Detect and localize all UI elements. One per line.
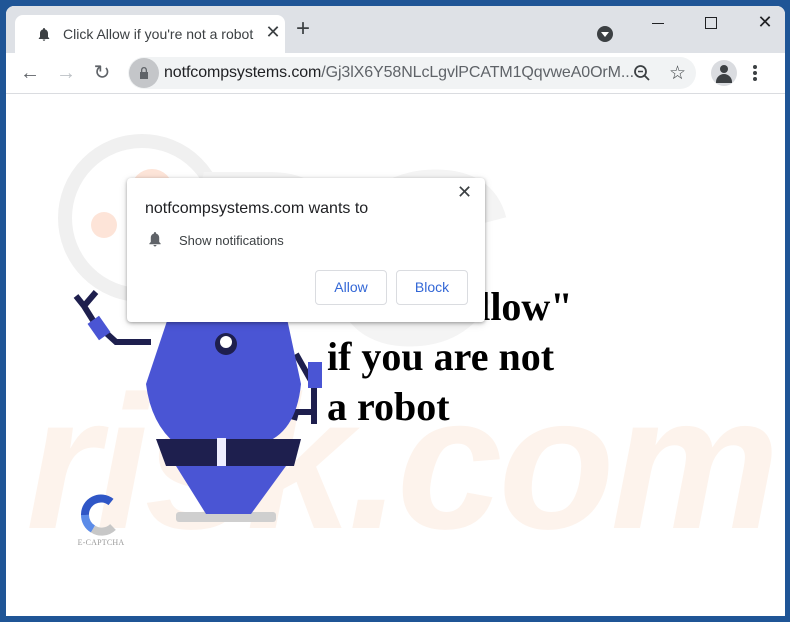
block-button[interactable]: Block xyxy=(396,270,468,305)
popup-close-button[interactable]: ✕ xyxy=(457,182,472,203)
menu-button[interactable] xyxy=(753,65,757,83)
minimize-icon xyxy=(652,23,664,24)
new-tab-button[interactable]: + xyxy=(296,17,310,41)
browser-window: Click Allow if you're not a robot ✕ + ✕ … xyxy=(6,6,785,616)
popup-title: notfcompsystems.com wants to xyxy=(145,200,369,217)
close-window-button[interactable]: ✕ xyxy=(750,12,780,36)
site-info-button[interactable] xyxy=(129,58,159,88)
lock-icon xyxy=(140,67,148,79)
person-icon xyxy=(720,65,728,73)
page-content: PC risk.com Click " xyxy=(6,94,785,616)
close-icon: ✕ xyxy=(757,12,773,32)
bell-icon xyxy=(38,28,50,41)
url-domain: notfcompsystems.com xyxy=(164,64,322,81)
url-text[interactable]: notfcompsystems.com/Gj3lX6Y58NLcLgvlPCAT… xyxy=(164,64,634,82)
captcha-logo: E-CAPTCHA xyxy=(71,494,131,547)
forward-button[interactable]: → xyxy=(54,63,78,83)
zoom-out-icon[interactable] xyxy=(633,64,651,82)
headline-line-3: a robot xyxy=(327,384,450,429)
notification-permission-popup: ✕ notfcompsystems.com wants to Show noti… xyxy=(127,178,485,322)
active-tab[interactable]: Click Allow if you're not a robot ✕ xyxy=(15,15,285,53)
maximize-button[interactable] xyxy=(696,12,726,36)
url-path: /Gj3lX6Y58NLcLgvlPCATM1QqvweA0OrM... xyxy=(321,64,634,81)
reload-button[interactable]: ↻ xyxy=(90,63,114,83)
minimize-button[interactable] xyxy=(643,12,673,36)
bookmark-star-icon[interactable]: ☆ xyxy=(669,62,686,85)
profile-avatar[interactable] xyxy=(711,60,737,86)
captcha-c-icon xyxy=(80,494,116,536)
toolbar: ← → ↻ notfcompsystems.com/Gj3lX6Y58NLcLg… xyxy=(6,53,785,94)
maximize-icon xyxy=(705,17,717,29)
headline-line-2: if you are not xyxy=(327,334,555,379)
address-bar[interactable]: notfcompsystems.com/Gj3lX6Y58NLcLgvlPCAT… xyxy=(128,57,696,89)
back-button[interactable]: ← xyxy=(18,63,42,83)
tab-search-icon[interactable] xyxy=(597,26,613,42)
captcha-label: E-CAPTCHA xyxy=(77,538,125,547)
permission-text: Show notifications xyxy=(179,233,284,248)
bell-icon xyxy=(149,232,161,247)
tab-title: Click Allow if you're not a robot xyxy=(63,26,254,42)
allow-button[interactable]: Allow xyxy=(315,270,387,305)
tab-close-icon[interactable]: ✕ xyxy=(263,22,283,43)
tab-bar: Click Allow if you're not a robot ✕ + ✕ xyxy=(6,6,785,53)
